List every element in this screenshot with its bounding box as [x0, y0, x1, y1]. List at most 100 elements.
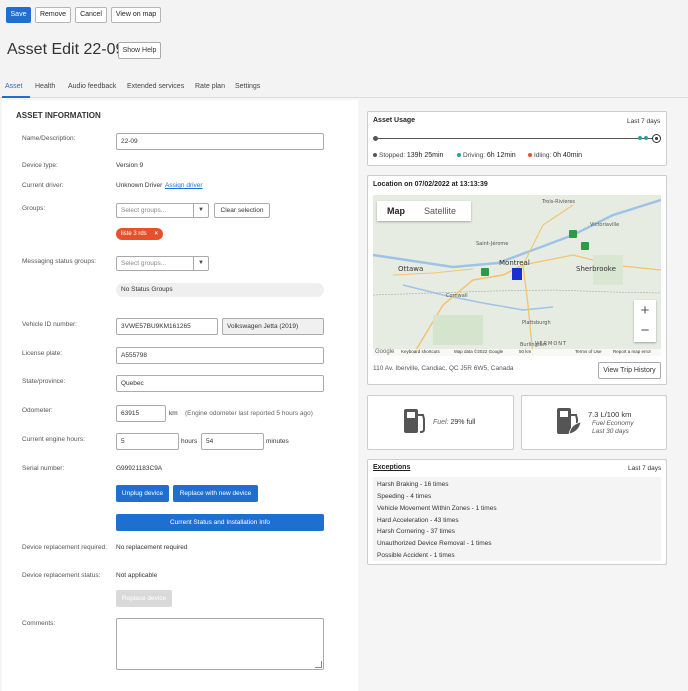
- group-chip: liste 3 rds ×: [116, 228, 163, 240]
- location-address: 110 Av. Iberville, Candiac, QC J5R 6W5, …: [373, 365, 514, 372]
- tab-audio-feedback[interactable]: Audio feedback: [68, 83, 116, 90]
- map-tab[interactable]: Map: [387, 206, 405, 216]
- asset-usage-title: Asset Usage: [373, 117, 416, 124]
- fuel-economy-icon: [557, 408, 582, 435]
- odometer-note: (Engine odometer last reported 5 hours a…: [185, 410, 313, 417]
- tab-settings[interactable]: Settings: [235, 83, 260, 90]
- license-plate-label: License plate:: [22, 350, 63, 357]
- poi-icon: [481, 268, 489, 276]
- exceptions-title[interactable]: Exceptions: [373, 464, 410, 471]
- map-type-toggle: Map Satellite: [377, 201, 471, 221]
- poi-icon: [569, 230, 577, 238]
- map-city-label: Plattsburgh: [522, 320, 551, 326]
- vin-label: Vehicle ID number:: [22, 321, 77, 328]
- economy-label: Fuel Economy: [592, 420, 634, 427]
- current-driver-label: Current driver:: [22, 182, 64, 189]
- odometer-unit: km: [169, 410, 178, 417]
- fuel-value: 29% full: [450, 419, 476, 426]
- messaging-groups-select[interactable]: Select groups... ▼: [116, 256, 209, 271]
- view-trip-history-button[interactable]: View Trip History: [598, 362, 661, 379]
- asset-usage-period: Last 7 days: [627, 118, 661, 125]
- odometer-label: Odometer:: [22, 407, 53, 414]
- tab-rate-plan[interactable]: Rate plan: [195, 83, 225, 90]
- tab-health[interactable]: Health: [35, 83, 55, 90]
- usage-timeline: [375, 138, 657, 139]
- view-on-map-button[interactable]: View on map: [111, 7, 161, 23]
- minutes-unit: minutes: [266, 438, 289, 445]
- map-scale: 50 km: [519, 349, 532, 354]
- legend-driving: Driving: 6h 12min: [457, 152, 516, 159]
- groups-select[interactable]: Select groups... ▼: [116, 203, 209, 218]
- unplug-device-button[interactable]: Unplug device: [116, 485, 169, 502]
- exception-item[interactable]: Possible Accident - 1 times: [377, 552, 455, 559]
- keyboard-shortcuts-link[interactable]: Keyboard shortcuts: [401, 349, 440, 354]
- page-title: Asset Edit 22-09: [7, 41, 125, 58]
- close-icon[interactable]: ×: [154, 228, 158, 240]
- state-input[interactable]: Quebec: [116, 375, 324, 392]
- current-status-button[interactable]: Current Status and Installation Info: [116, 514, 324, 531]
- hours-unit: hours: [181, 438, 198, 445]
- replacement-status-label: Device replacement status:: [22, 572, 101, 579]
- zoom-out-icon[interactable]: −: [634, 322, 656, 340]
- replacement-required-label: Device replacement required:: [22, 544, 107, 551]
- exception-item[interactable]: Vehicle Movement Within Zones - 1 times: [377, 505, 497, 512]
- zoom-in-icon[interactable]: +: [634, 302, 656, 320]
- tab-extended-services[interactable]: Extended services: [127, 83, 184, 90]
- stopped-value: 139h 25min: [406, 152, 444, 159]
- groups-label: Groups:: [22, 205, 46, 212]
- resize-handle-icon[interactable]: [315, 661, 322, 668]
- show-help-button[interactable]: Show Help: [118, 42, 161, 59]
- fuel-pump-icon: [404, 409, 425, 433]
- map-city-label: Cornwall: [446, 293, 468, 299]
- engine-minutes-input[interactable]: 54: [201, 433, 264, 450]
- cancel-button[interactable]: Cancel: [75, 7, 107, 23]
- report-error-link[interactable]: Report a map error: [613, 349, 651, 354]
- map-city-label: Montreal: [499, 259, 530, 267]
- messaging-groups-label: Messaging status groups:: [22, 258, 97, 265]
- exception-item[interactable]: Unauthorized Device Removal - 1 times: [377, 540, 492, 547]
- exception-item[interactable]: Hard Acceleration - 43 times: [377, 517, 459, 524]
- clear-selection-button[interactable]: Clear selection: [214, 203, 270, 218]
- legend-idling: Idling: 0h 40min: [528, 152, 582, 159]
- zoom-control: + −: [634, 300, 656, 342]
- tab-asset[interactable]: Asset: [5, 83, 23, 90]
- name-input[interactable]: 22-09: [116, 133, 324, 150]
- location-title: Location on 07/02/2022 at 13:13:39: [373, 181, 488, 188]
- fuel-label: Fuel:: [433, 419, 449, 426]
- idling-value: 0h 40min: [553, 152, 582, 159]
- poi-icon: [581, 242, 589, 250]
- map-city-label: Saint-Jérome: [476, 241, 509, 247]
- driving-value: 6h 12min: [486, 152, 516, 159]
- replacement-status-value: Not applicable: [116, 572, 158, 579]
- satellite-tab[interactable]: Satellite: [424, 206, 456, 216]
- engine-hours-input[interactable]: 5: [116, 433, 179, 450]
- map-footer: Google Keyboard shortcuts Map data ©2022…: [373, 349, 661, 356]
- timeline-start-dot: [373, 136, 378, 141]
- state-label: State/province:: [22, 378, 66, 385]
- terms-link[interactable]: Terms of Use: [575, 349, 602, 354]
- current-driver-value: Unknown Driver: [116, 182, 163, 189]
- exception-item[interactable]: Harsh Braking - 16 times: [377, 481, 449, 488]
- map-city-label: Ottawa: [398, 265, 424, 273]
- group-chip-label: liste 3 rds: [121, 231, 147, 237]
- exception-item[interactable]: Harsh Cornering - 37 times: [377, 528, 455, 535]
- comments-textarea[interactable]: [116, 618, 324, 670]
- chevron-down-icon: ▼: [193, 257, 208, 270]
- license-plate-input[interactable]: A555798: [116, 347, 324, 364]
- replace-device-button[interactable]: Replace with new device: [173, 485, 258, 502]
- vin-input[interactable]: 3VWE57BU9KM161265: [116, 318, 218, 335]
- engine-hours-label: Current engine hours:: [22, 436, 85, 443]
- save-button[interactable]: Save: [6, 7, 31, 23]
- assign-driver-link[interactable]: Assign driver: [165, 182, 203, 189]
- exception-item[interactable]: Speeding - 4 times: [377, 493, 431, 500]
- chevron-down-icon: ▼: [193, 204, 208, 217]
- map-region-label: VERMONT: [535, 341, 568, 347]
- remove-button[interactable]: Remove: [35, 7, 71, 23]
- map-city-label: Trois-Rivieres: [542, 199, 576, 205]
- timeline-end-marker: [652, 134, 661, 143]
- asset-marker[interactable]: [512, 268, 522, 280]
- fuel-level: Fuel: 29% full: [433, 419, 475, 426]
- messaging-groups-placeholder: Select groups...: [121, 260, 167, 267]
- exceptions-period: Last 7 days: [628, 465, 662, 472]
- odometer-input[interactable]: 63915: [116, 405, 166, 422]
